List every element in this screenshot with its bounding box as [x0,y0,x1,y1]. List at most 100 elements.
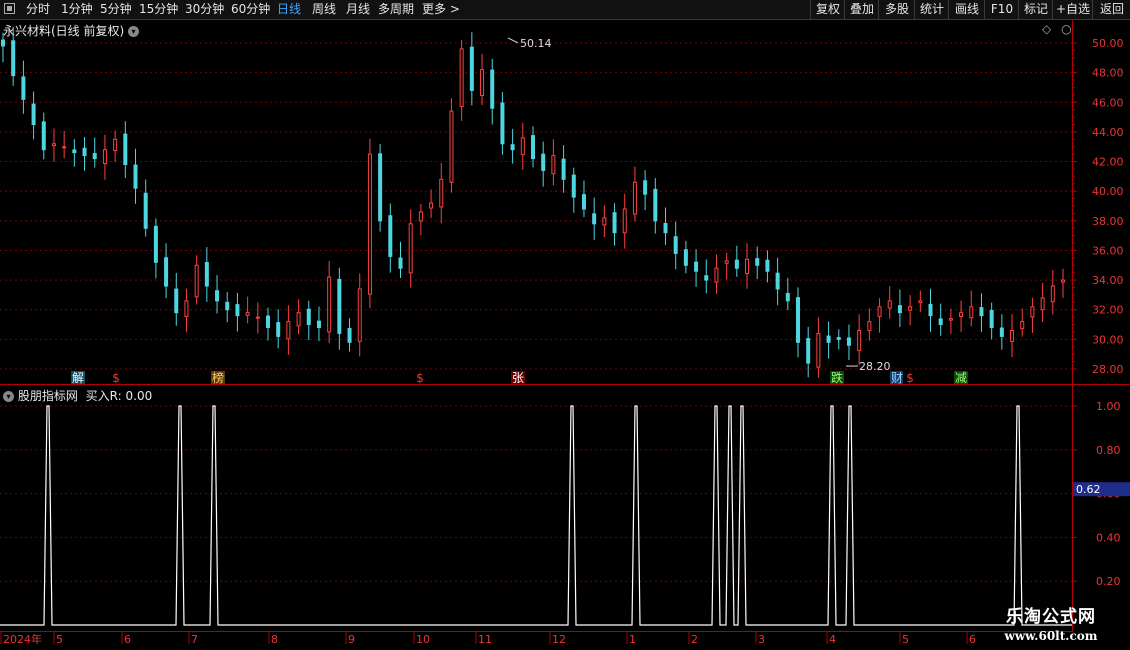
candle [632,166,637,222]
price-axis-label: 50.00 [1092,37,1124,50]
candle [174,272,179,326]
candle [164,243,169,299]
candle [1040,282,1045,323]
candle [867,308,872,341]
indicator-axis-label: 0.40 [1096,531,1121,544]
candle [123,121,128,179]
watermark-title: 乐淘公式网 [1006,607,1096,627]
event-marker[interactable]: $ [413,371,427,385]
candle [51,128,56,162]
candle [510,128,515,164]
candle [622,193,627,249]
candle [969,290,974,327]
candle [561,145,566,193]
candle [683,240,688,274]
candle [714,254,719,294]
price-axis-label: 44.00 [1092,126,1124,139]
candle [918,290,923,312]
candle [602,205,607,238]
low-price-label: 28.20 [859,360,891,373]
candle [1050,270,1055,315]
candle [102,134,107,180]
candle [857,314,862,366]
price-axis-label: 36.00 [1092,244,1124,257]
price-axis-label: 42.00 [1092,156,1124,169]
candle [306,300,311,340]
candle [215,275,220,314]
price-axis-label: 30.00 [1092,333,1124,346]
candle [826,321,831,359]
candle [979,293,984,332]
event-marker[interactable]: 减 [954,371,968,385]
svg-text:$: $ [416,371,424,385]
high-pointer [507,37,519,44]
candle [765,250,770,283]
event-marker[interactable]: 解 [71,371,85,385]
svg-text:减: 减 [955,371,967,385]
candle [113,130,118,162]
time-axis-label: 12 [552,633,566,646]
candle [378,143,383,232]
candle [989,302,994,340]
price-axis-label: 38.00 [1092,215,1124,228]
time-axis-label: 10 [416,633,430,646]
candle [796,287,800,358]
candle [367,138,372,309]
svg-text:榜: 榜 [212,370,224,385]
candle [266,307,270,341]
candle [31,91,36,140]
event-marker[interactable]: $ [109,371,123,385]
event-marker[interactable]: 榜 [211,370,225,385]
candle [928,288,933,332]
event-marker[interactable]: $ [903,371,917,385]
candle [204,247,209,302]
svg-text:$: $ [112,371,120,385]
candle [449,98,454,193]
candle [92,137,97,168]
time-axis-label: 9 [348,633,355,646]
price-axis-label: 48.00 [1092,67,1124,80]
svg-text:张: 张 [512,371,524,385]
chart-canvas: 50.00 48.00 46.00 44.00 42.00 40.00 38.00 36.00… [0,20,1130,646]
price-axis-label: 40.00 [1092,185,1124,198]
candle [225,292,230,323]
candle [327,261,332,344]
indicator-axis-label: 1.00 [1096,400,1121,413]
candle [581,180,586,218]
candle [1020,308,1025,337]
candle [908,295,913,326]
candle [846,324,851,360]
candle [11,26,16,86]
candle [1061,268,1065,298]
candle [459,39,464,121]
candle [316,306,321,342]
current-value-label: 0.62 [1076,483,1101,496]
watermark-logo: 乐淘公式网 www.60lt.com [986,606,1116,650]
candle [612,203,617,246]
candle [388,203,393,273]
candle [704,259,709,294]
event-marker[interactable]: 张 [511,371,525,385]
candle [41,112,46,160]
candle [347,318,352,352]
candle [439,163,444,224]
time-axis-label: 5 [56,633,63,646]
candle [490,58,495,125]
candle [153,218,158,279]
candle [337,267,342,350]
price-axis-label: 34.00 [1092,274,1124,287]
time-axis-label: 2024年 [3,632,42,646]
candle [235,292,240,332]
indicator-line [0,405,1072,626]
candle [1010,314,1015,358]
candle [21,60,26,114]
event-marker[interactable]: 财 [890,371,904,385]
time-axis-label: 6 [124,633,131,646]
candle [194,255,199,305]
candle [724,252,729,280]
time-axis-label: 3 [758,633,765,646]
event-marker[interactable]: 跌 [830,370,844,385]
candle [541,141,546,187]
time-axis-label: 4 [829,633,836,646]
time-axis-label: 11 [478,633,492,646]
